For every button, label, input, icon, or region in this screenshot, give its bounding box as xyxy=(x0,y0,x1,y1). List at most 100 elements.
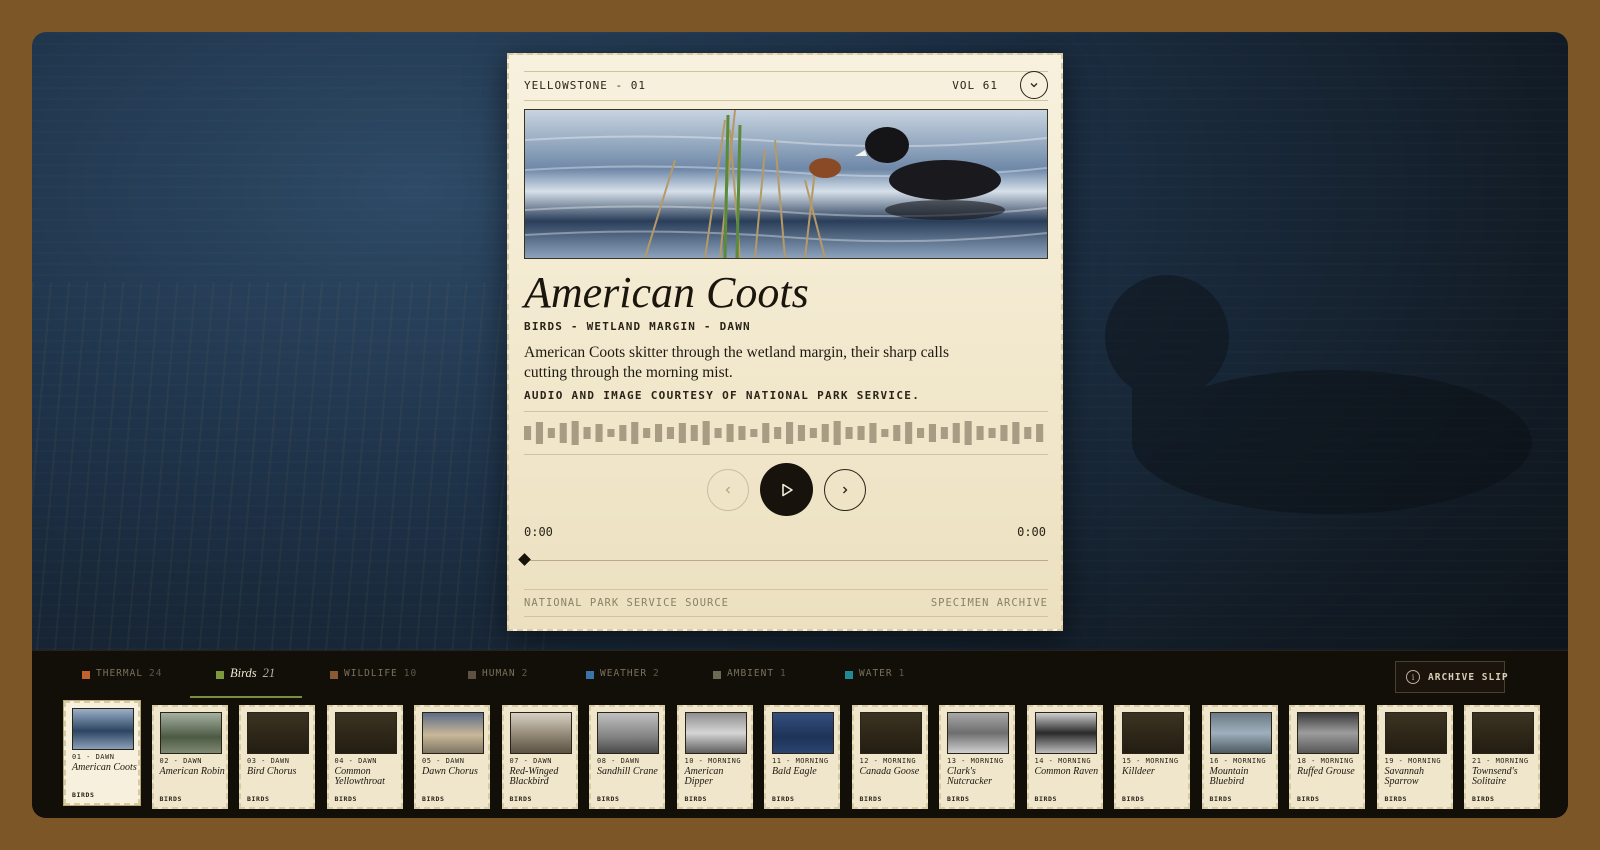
waveform-bar xyxy=(535,422,543,444)
specimen-slip[interactable]: 04 - DAWN Common Yellowthroat BIRDS xyxy=(326,705,403,809)
tab-name: AMBIENT xyxy=(727,668,775,679)
slip-number: 02 - DAWN xyxy=(159,757,202,765)
slip-name: Townsend's Solitaire xyxy=(1472,766,1518,787)
slip-number: 07 - DAWN xyxy=(509,757,552,765)
progress-knob[interactable] xyxy=(518,553,531,566)
slip-thumbnail xyxy=(247,712,309,754)
waveform-bar xyxy=(940,427,948,439)
slip-number: 15 - MORNING xyxy=(1122,757,1179,765)
specimen-slip[interactable]: 14 - MORNING Common Raven BIRDS xyxy=(1026,705,1103,809)
specimen-slip[interactable]: 08 - DAWN Sandhill Crane BIRDS xyxy=(589,705,665,809)
waveform-bar xyxy=(583,427,591,439)
slip-name: Common Yellowthroat xyxy=(334,766,385,787)
waveform-bars xyxy=(524,421,1044,445)
slip-name: Killdeer xyxy=(1122,766,1155,777)
specimen-slip[interactable]: 10 - MORNING American Dipper BIRDS xyxy=(676,705,753,809)
slip-category: BIRDS xyxy=(1472,795,1495,803)
slip-name: Ruffed Grouse xyxy=(1297,766,1355,777)
slip-number: 11 - MORNING xyxy=(772,757,829,765)
slip-thumbnail xyxy=(1472,712,1534,754)
tab-color-swatch xyxy=(713,671,721,679)
waveform-bar xyxy=(893,425,901,441)
specimen-slip[interactable]: 21 - MORNING Townsend's Solitaire BIRDS xyxy=(1464,705,1540,809)
next-button[interactable] xyxy=(824,469,866,511)
tab-label: WATER 1 xyxy=(859,668,905,679)
slip-name: Clark's Nutcracker xyxy=(947,766,992,787)
slip-name: Mountain Bluebird xyxy=(1209,766,1249,787)
slip-number: 05 - DAWN xyxy=(422,757,465,765)
slip-name: Red-Winged Blackbird xyxy=(509,766,559,787)
slip-thumbnail xyxy=(72,708,134,750)
collapse-button[interactable] xyxy=(1020,71,1048,99)
tab-label: WEATHER 2 xyxy=(600,668,660,679)
specimen-slip[interactable]: 01 - DAWN American Coots BIRDS xyxy=(64,701,140,805)
slip-name: Common Raven xyxy=(1034,766,1099,777)
archive-slip-button[interactable]: i ARCHIVE SLIP xyxy=(1395,661,1508,693)
card-header: YELLOWSTONE - 01 VOL 61 xyxy=(524,71,1048,101)
slip-number: 16 - MORNING xyxy=(1209,757,1267,765)
waveform-bar xyxy=(917,428,925,438)
waveform-bar xyxy=(976,426,984,440)
specimen-meta: BIRDS - WETLAND MARGIN - DAWN xyxy=(524,320,751,333)
slip-thumbnail xyxy=(772,712,834,754)
specimen-slip[interactable]: 19 - MORNING Savannah Sparrow BIRDS xyxy=(1376,705,1453,809)
info-icon: i xyxy=(1406,670,1420,684)
specimen-slip[interactable]: 18 - MORNING Ruffed Grouse BIRDS xyxy=(1289,705,1365,809)
slip-thumbnail xyxy=(334,712,397,754)
waveform-bar xyxy=(833,421,841,445)
tab-name: Birds xyxy=(230,666,257,680)
progress-slider[interactable] xyxy=(518,552,1048,568)
specimen-slip[interactable]: 03 - DAWN Bird Chorus BIRDS xyxy=(239,705,315,809)
tab-count: 21 xyxy=(262,666,276,680)
slip-category: BIRDS xyxy=(1034,795,1058,803)
specimen-slip[interactable]: 12 - MORNING Canada Goose BIRDS xyxy=(851,705,928,809)
specimen-credit: AUDIO AND IMAGE COURTESY OF NATIONAL PAR… xyxy=(524,389,921,402)
waveform-bar xyxy=(714,428,722,438)
specimen-slip[interactable]: 13 - MORNING Clark's Nutcracker BIRDS xyxy=(939,705,1015,809)
waveform-bar xyxy=(607,429,615,437)
slip-name: Bald Eagle xyxy=(772,766,817,777)
specimen-slip[interactable]: 11 - MORNING Bald Eagle BIRDS xyxy=(764,705,840,809)
waveform-bar xyxy=(1036,424,1044,442)
playback-controls xyxy=(509,462,1065,516)
waveform-bar xyxy=(869,423,877,443)
tab-count: 24 xyxy=(149,668,163,679)
waveform-bar xyxy=(643,428,651,438)
slip-category: BIRDS xyxy=(1297,795,1320,803)
waveform-bar xyxy=(905,422,913,444)
previous-button[interactable] xyxy=(707,469,749,511)
coot-photo xyxy=(525,110,1047,258)
waveform-bar xyxy=(702,421,710,445)
waveform-bar xyxy=(595,424,603,442)
slip-category: BIRDS xyxy=(947,795,970,803)
volume-label: VOL 61 xyxy=(952,79,998,92)
slip-name: Savannah Sparrow xyxy=(1384,766,1424,787)
waveform-bar xyxy=(1012,422,1020,444)
waveform[interactable] xyxy=(524,411,1048,455)
specimen-title: American Coots xyxy=(524,268,809,317)
tab-label: Birds 21 xyxy=(230,666,275,681)
slip-thumbnail xyxy=(422,712,484,754)
play-button[interactable] xyxy=(760,463,813,516)
slip-thumbnail xyxy=(1209,712,1272,754)
play-icon xyxy=(781,483,793,496)
specimen-slip[interactable]: 16 - MORNING Mountain Bluebird BIRDS xyxy=(1201,705,1278,809)
specimen-slip[interactable]: 15 - MORNING Killdeer BIRDS xyxy=(1114,705,1190,809)
waveform-bar xyxy=(655,424,663,442)
slip-category: BIRDS xyxy=(859,795,883,803)
specimen-slip[interactable]: 07 - DAWN Red-Winged Blackbird BIRDS xyxy=(501,705,578,809)
waveform-bar xyxy=(571,421,579,445)
waveform-bar xyxy=(809,428,817,438)
slip-category: BIRDS xyxy=(597,795,620,803)
tab-color-swatch xyxy=(845,671,853,679)
slip-number: 18 - MORNING xyxy=(1297,757,1354,765)
slip-thumbnail xyxy=(597,712,659,754)
slip-category: BIRDS xyxy=(422,795,445,803)
hero-image xyxy=(524,109,1048,259)
specimen-slip[interactable]: 05 - DAWN Dawn Chorus BIRDS xyxy=(414,705,490,809)
specimen-slip[interactable]: 02 - DAWN American Robin BIRDS xyxy=(151,705,228,809)
tab-color-swatch xyxy=(330,671,338,679)
archive-slip-label: ARCHIVE SLIP xyxy=(1428,672,1509,683)
slip-category: BIRDS xyxy=(772,795,795,803)
tab-count: 1 xyxy=(898,668,906,679)
